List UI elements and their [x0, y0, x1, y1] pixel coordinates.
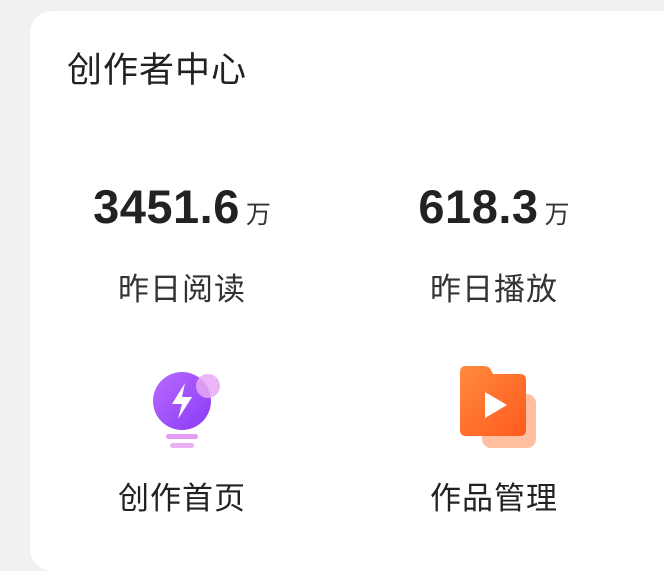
entry-works-management[interactable]: 作品管理: [354, 356, 634, 519]
stat-label: 昨日阅读: [118, 272, 246, 308]
entry-creator-home[interactable]: 创作首页: [42, 356, 322, 519]
video-folder-icon: [460, 366, 536, 448]
stat-number: 618.3: [418, 180, 539, 233]
entry-label: 创作首页: [118, 481, 246, 517]
stat-yesterday-plays[interactable]: 618.3 万 昨日播放: [354, 179, 634, 310]
stat-value: 3451.6 万: [42, 179, 322, 246]
stat-number: 3451.6: [93, 180, 240, 233]
lightbulb-bolt-icon: [153, 372, 220, 448]
card-title: 创作者中心: [67, 51, 248, 91]
entry-label: 作品管理: [430, 481, 558, 517]
stat-value: 618.3 万: [354, 179, 634, 246]
stat-yesterday-reads[interactable]: 3451.6 万 昨日阅读: [42, 179, 322, 310]
stat-unit: 万: [245, 200, 271, 229]
creator-center-card: 创作者中心 3451.6 万 昨日阅读 618.3 万 昨日播放 创作首页 作品…: [30, 11, 664, 571]
stat-label: 昨日播放: [430, 272, 558, 308]
stat-unit: 万: [544, 200, 570, 229]
